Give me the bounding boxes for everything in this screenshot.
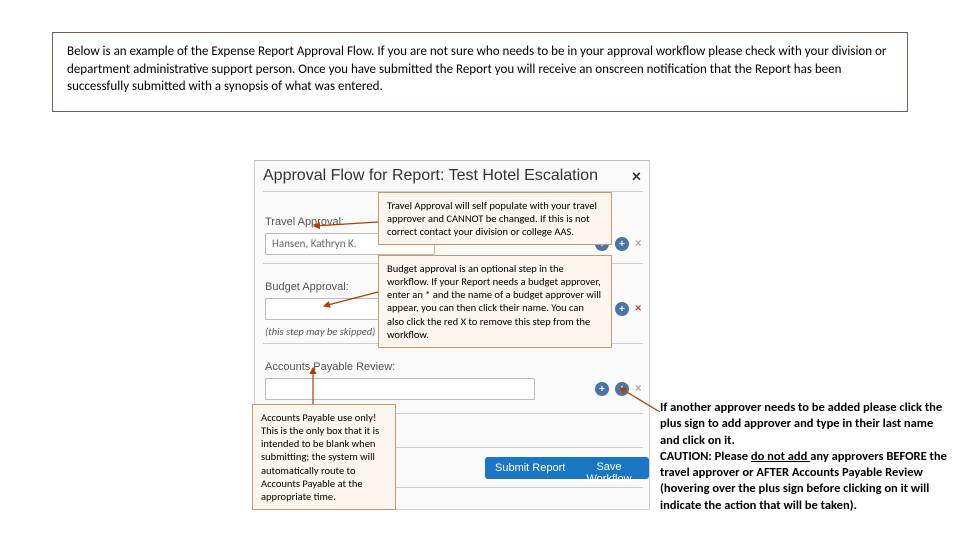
intro-text: Below is an example of the Expense Repor… — [67, 44, 886, 94]
travel-approval-label: Travel Approval: — [265, 216, 344, 228]
ap-review-input[interactable] — [265, 378, 535, 400]
plus-icon[interactable]: + — [615, 382, 629, 396]
ap-review-label: Accounts Payable Review: — [265, 361, 395, 373]
remove-icon[interactable]: × — [635, 237, 641, 251]
save-workflow-button[interactable]: Save Workflow — [569, 457, 649, 479]
skip-note: (this step may be skipped) — [265, 325, 375, 338]
travel-callout: Travel Approval will self populate with … — [378, 192, 612, 245]
intro-box: Below is an example of the Expense Repor… — [52, 32, 908, 112]
remove-icon[interactable]: × — [635, 382, 641, 396]
budget-callout: Budget approval is an optional step in t… — [378, 255, 612, 348]
row3-icons: + + × — [595, 382, 641, 396]
plus-callout: If another approver needs to be added pl… — [660, 400, 948, 514]
close-icon[interactable]: × — [632, 165, 641, 187]
ap-callout: Accounts Payable use only! This is the o… — [252, 404, 396, 510]
plus-icon[interactable]: + — [615, 237, 629, 251]
dialog-title: Approval Flow for Report: Test Hotel Esc… — [263, 167, 598, 185]
plus-icon[interactable]: + — [595, 382, 609, 396]
remove-icon[interactable]: × — [635, 302, 641, 316]
plus-icon[interactable]: + — [615, 302, 629, 316]
submit-report-button[interactable]: Submit Report — [485, 457, 575, 479]
budget-approval-label: Budget Approval: — [265, 281, 349, 293]
